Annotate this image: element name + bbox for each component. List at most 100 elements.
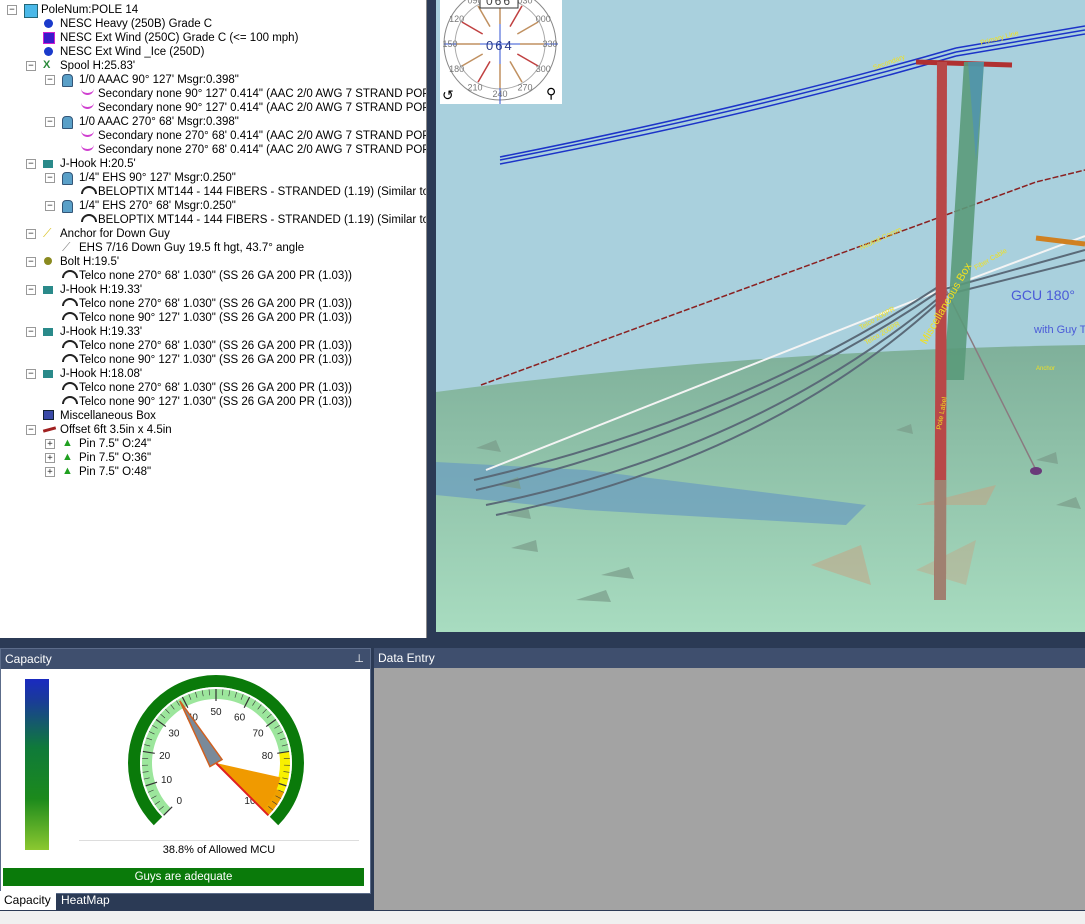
tree-node-secondary[interactable]: Secondary none 270° 68' 0.414" (AAC 2/0 … <box>0 143 426 157</box>
tree-node-nesc-ext-wind[interactable]: NESC Ext Wind (250C) Grade C (<= 100 mph… <box>0 31 426 45</box>
compass-widget[interactable]: 030000330300270240210180150120090060 066… <box>440 0 562 104</box>
collapse-icon[interactable]: − <box>45 173 55 183</box>
tree-node-telco[interactable]: Telco none 90° 127' 1.030" (SS 26 GA 200… <box>0 311 426 325</box>
expand-icon[interactable]: + <box>45 467 55 477</box>
tree-node-aaac-90[interactable]: − 1/0 AAAC 90° 127' Msgr:0.398" <box>0 73 426 87</box>
collapse-icon[interactable]: − <box>26 61 36 71</box>
tree-node-fiber[interactable]: BELOPTIX MT144 - 144 FIBERS - STRANDED (… <box>0 185 426 199</box>
tree-node-aaac-270[interactable]: − 1/0 AAAC 270° 68' Msgr:0.398" <box>0 115 426 129</box>
rotate-icon[interactable]: ↺ <box>442 88 454 102</box>
tree-node-telco[interactable]: Telco none 90° 127' 1.030" (SS 26 GA 200… <box>0 353 426 367</box>
tree-node-label: Secondary none 90° 127' 0.414" (AAC 2/0 … <box>98 102 427 114</box>
compass-tick-label: 300 <box>536 64 551 74</box>
tree-node-label: NESC Ext Wind (250C) Grade C (<= 100 mph… <box>60 32 299 44</box>
capacity-status: Guys are adequate <box>3 868 364 886</box>
tree-node-jhook[interactable]: − J-Hook H:20.5' <box>0 157 426 171</box>
tree-node-label: EHS 7/16 Down Guy 19.5 ft hgt, 43.7° ang… <box>79 242 305 254</box>
tree-node-label: Secondary none 270° 68' 0.414" (AAC 2/0 … <box>98 130 427 142</box>
tree-node-ehs-90[interactable]: − 1/4" EHS 90° 127' Msgr:0.250" <box>0 171 426 185</box>
pole-tree[interactable]: − PoleNum:POLE 14 NESC Heavy (250B) Grade … <box>0 0 427 638</box>
data-entry-panel[interactable]: Data Entry <box>374 648 1085 910</box>
collapse-icon[interactable]: − <box>26 369 36 379</box>
tree-node-label: J-Hook H:19.33' <box>60 326 143 338</box>
compass-top-readout: 066 <box>486 0 513 8</box>
tree-node-pole[interactable]: − PoleNum:POLE 14 <box>0 3 426 18</box>
tree-node-label: BELOPTIX MT144 - 144 FIBERS - STRANDED (… <box>98 214 427 226</box>
tree-node-jhook[interactable]: − J-Hook H:19.33' <box>0 325 426 339</box>
tree-node-pin[interactable]: + ▲ Pin 7.5" O:24" <box>0 437 426 451</box>
tree-node-telco[interactable]: Telco none 270° 68' 1.030" (SS 26 GA 200… <box>0 269 426 283</box>
zoom-icon[interactable]: ⚲ <box>546 86 556 100</box>
tree-node-misc-box[interactable]: Miscellaneous Box <box>0 409 426 423</box>
tree-node-anchor[interactable]: − ⟋ Anchor for Down Guy <box>0 227 426 241</box>
tree-node-bolt[interactable]: − Bolt H:19.5' <box>0 255 426 269</box>
tree-node-telco[interactable]: Telco none 270° 68' 1.030" (SS 26 GA 200… <box>0 339 426 353</box>
vertical-splitter[interactable] <box>427 0 436 640</box>
tree-node-label: Telco none 270° 68' 1.030" (SS 26 GA 200… <box>79 340 352 352</box>
tree-node-label: 1/0 AAAC 270° 68' Msgr:0.398" <box>79 116 239 128</box>
gauge-tick-label: 10 <box>161 775 173 786</box>
tree-node-pin[interactable]: + ▲ Pin 7.5" O:36" <box>0 451 426 465</box>
gauge-tick-label: 20 <box>159 751 171 762</box>
wire-icon <box>81 144 94 155</box>
collapse-icon[interactable]: − <box>26 229 36 239</box>
compass-tick-label: 240 <box>492 89 507 99</box>
tree-node-label: PoleNum:POLE 14 <box>41 4 139 16</box>
tree-node-nesc-heavy[interactable]: NESC Heavy (250B) Grade C <box>0 17 426 31</box>
data-entry-header: Data Entry <box>374 648 1085 668</box>
gauge-tick-label: 50 <box>210 707 222 718</box>
tree-node-secondary[interactable]: Secondary none 90° 127' 0.414" (AAC 2/0 … <box>0 101 426 115</box>
tree-node-down-guy[interactable]: ⟋ EHS 7/16 Down Guy 19.5 ft hgt, 43.7° an… <box>0 241 426 255</box>
compass-tick-label: 120 <box>449 14 464 24</box>
tab-heatmap[interactable]: HeatMap <box>57 891 121 910</box>
tree-node-nesc-ext-wind-ice[interactable]: NESC Ext Wind _Ice (250D) <box>0 45 426 59</box>
jhook-icon <box>43 284 54 295</box>
tree-node-offset[interactable]: − Offset 6ft 3.5in x 4.5in <box>0 423 426 437</box>
collapse-icon[interactable]: − <box>7 5 17 15</box>
svg-text:Anchor: Anchor <box>1036 366 1055 372</box>
tree-node-secondary[interactable]: Secondary none 270° 68' 0.414" (AAC 2/0 … <box>0 129 426 143</box>
collapse-icon[interactable]: − <box>45 201 55 211</box>
expand-icon[interactable]: + <box>45 439 55 449</box>
3d-viewport[interactable]: Secondary Primary Line Neutral Comm Telc… <box>436 0 1085 632</box>
gauge-tick-label: 30 <box>168 728 180 739</box>
offset-icon <box>42 424 57 435</box>
insulator-icon <box>62 200 73 213</box>
cable-icon <box>62 312 78 323</box>
tree-node-pin[interactable]: + ▲ Pin 7.5" O:48" <box>0 465 426 479</box>
collapse-icon[interactable]: − <box>26 257 36 267</box>
tab-capacity[interactable]: Capacity <box>0 891 56 910</box>
tree-node-ehs-270[interactable]: − 1/4" EHS 270° 68' Msgr:0.250" <box>0 199 426 213</box>
tree-node-label: J-Hook H:20.5' <box>60 158 136 170</box>
collapse-icon[interactable]: − <box>26 285 36 295</box>
insulator-icon <box>62 74 73 87</box>
pin-icon[interactable]: ⊥ <box>354 649 364 669</box>
compass-tick-label: 330 <box>542 39 557 49</box>
guy-wire-icon: ⟋ <box>62 240 71 254</box>
tree-node-label: NESC Ext Wind _Ice (250D) <box>60 46 205 58</box>
tree-node-jhook[interactable]: − J-Hook H:19.33' <box>0 283 426 297</box>
tree-node-label: Telco none 270° 68' 1.030" (SS 26 GA 200… <box>79 298 352 310</box>
tree-node-telco[interactable]: Telco none 270° 68' 1.030" (SS 26 GA 200… <box>0 381 426 395</box>
tree-node-telco[interactable]: Telco none 270° 68' 1.030" (SS 26 GA 200… <box>0 297 426 311</box>
collapse-icon[interactable]: − <box>45 75 55 85</box>
collapse-icon[interactable]: − <box>26 327 36 337</box>
collapse-icon[interactable]: − <box>45 117 55 127</box>
cable-icon <box>62 298 78 309</box>
tree-node-label: Spool H:25.83' <box>60 60 136 72</box>
pin-icon: ▲ <box>62 465 73 477</box>
compass-tick-label: 150 <box>442 39 457 49</box>
tree-node-secondary[interactable]: Secondary none 90° 127' 0.414" (AAC 2/0 … <box>0 87 426 101</box>
tree-node-fiber[interactable]: BELOPTIX MT144 - 144 FIBERS - STRANDED (… <box>0 213 426 227</box>
misc-box-icon <box>43 410 54 421</box>
collapse-icon[interactable]: − <box>26 159 36 169</box>
cable-icon <box>81 186 97 197</box>
compass-heading: 064 <box>486 38 514 53</box>
collapse-icon[interactable]: − <box>26 425 36 435</box>
expand-icon[interactable]: + <box>45 453 55 463</box>
tree-node-jhook[interactable]: − J-Hook H:18.08' <box>0 367 426 381</box>
tree-node-telco[interactable]: Telco none 90° 127' 1.030" (SS 26 GA 200… <box>0 395 426 409</box>
tree-node-spool[interactable]: − X Spool H:25.83' <box>0 59 426 73</box>
tree-node-label: 1/4" EHS 90° 127' Msgr:0.250" <box>79 172 236 184</box>
cable-icon <box>62 396 78 407</box>
